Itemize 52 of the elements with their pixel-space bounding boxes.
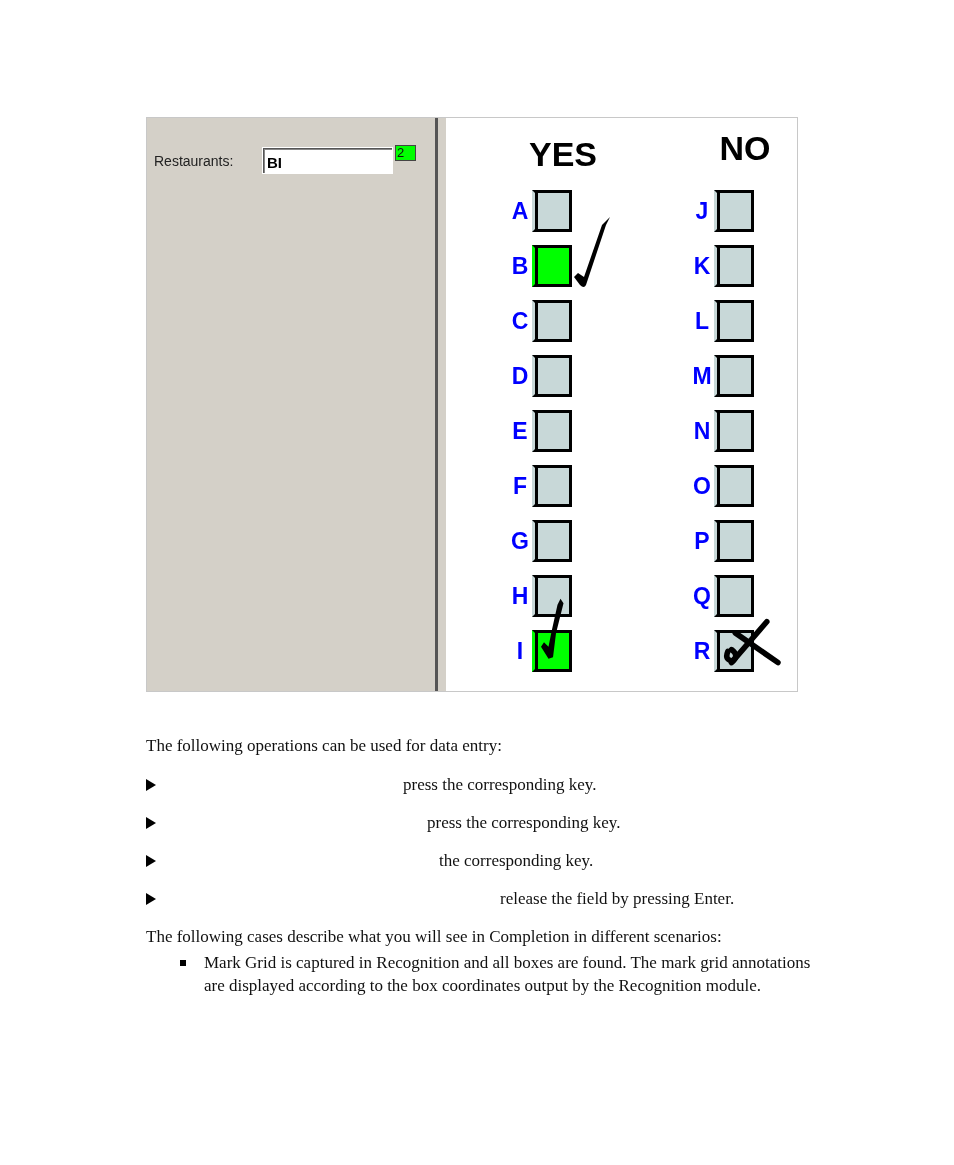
option-letter: O	[692, 472, 712, 500]
option-letter: I	[515, 637, 525, 665]
paragraph: The following operations can be used for data entry:	[146, 735, 503, 757]
option-letter: F	[511, 472, 529, 500]
option-letter: C	[510, 307, 530, 335]
option-letter: L	[693, 307, 711, 335]
option-letter: R	[692, 637, 712, 665]
mark-box[interactable]	[714, 300, 754, 342]
mark-box[interactable]	[532, 190, 572, 232]
option-letter: Q	[692, 582, 712, 610]
option-letter: H	[510, 582, 530, 610]
mark-box[interactable]	[532, 465, 572, 507]
operation-text: press the corresponding key.	[403, 775, 597, 795]
bullet-arrow-icon	[146, 855, 156, 867]
field-label: Restaurants:	[154, 152, 235, 169]
bullet-arrow-icon	[146, 779, 156, 791]
bullet-arrow-icon	[146, 817, 156, 829]
option-letter: M	[691, 362, 713, 390]
mark-box[interactable]	[714, 355, 754, 397]
mark-box[interactable]	[714, 190, 754, 232]
option-letter: G	[510, 527, 530, 555]
mark-box[interactable]	[714, 245, 754, 287]
mark-box[interactable]	[532, 520, 572, 562]
column-heading: NO	[719, 128, 771, 168]
option-letter: E	[511, 417, 529, 445]
bullet-icon	[180, 960, 186, 966]
paragraph: The following cases describe what you will see in Completion in different scenarios:	[146, 926, 723, 948]
mark-box[interactable]	[714, 410, 754, 452]
option-letter: K	[692, 252, 712, 280]
option-letter: A	[510, 197, 530, 225]
column-heading: YES	[528, 134, 597, 174]
mark-box[interactable]	[714, 465, 754, 507]
mark-box[interactable]	[532, 245, 572, 287]
option-letter: P	[693, 527, 711, 555]
list-item-text: Mark Grid is captured in Recognition and all boxes are found. The mark grid annotations are displayed according to the box coordinates output by the Recognition module.	[204, 952, 812, 997]
option-letter: N	[692, 417, 712, 445]
mark-box[interactable]	[714, 520, 754, 562]
count-badge: 2	[395, 145, 416, 161]
option-letter: D	[510, 362, 530, 390]
input-field[interactable]: BI	[262, 147, 393, 174]
splitter-bar[interactable]	[435, 118, 446, 691]
option-letter: J	[694, 197, 710, 225]
bullet-arrow-icon	[146, 893, 156, 905]
mark-box[interactable]	[714, 575, 754, 617]
option-letter: B	[510, 252, 530, 280]
mark-box[interactable]	[532, 575, 572, 617]
operation-text: release the field by pressing Enter.	[500, 889, 735, 909]
operation-text: the corresponding key.	[439, 851, 594, 871]
mark-box[interactable]	[532, 300, 572, 342]
mark-box[interactable]	[532, 355, 572, 397]
operation-text: press the corresponding key.	[427, 813, 621, 833]
mark-box[interactable]	[532, 410, 572, 452]
